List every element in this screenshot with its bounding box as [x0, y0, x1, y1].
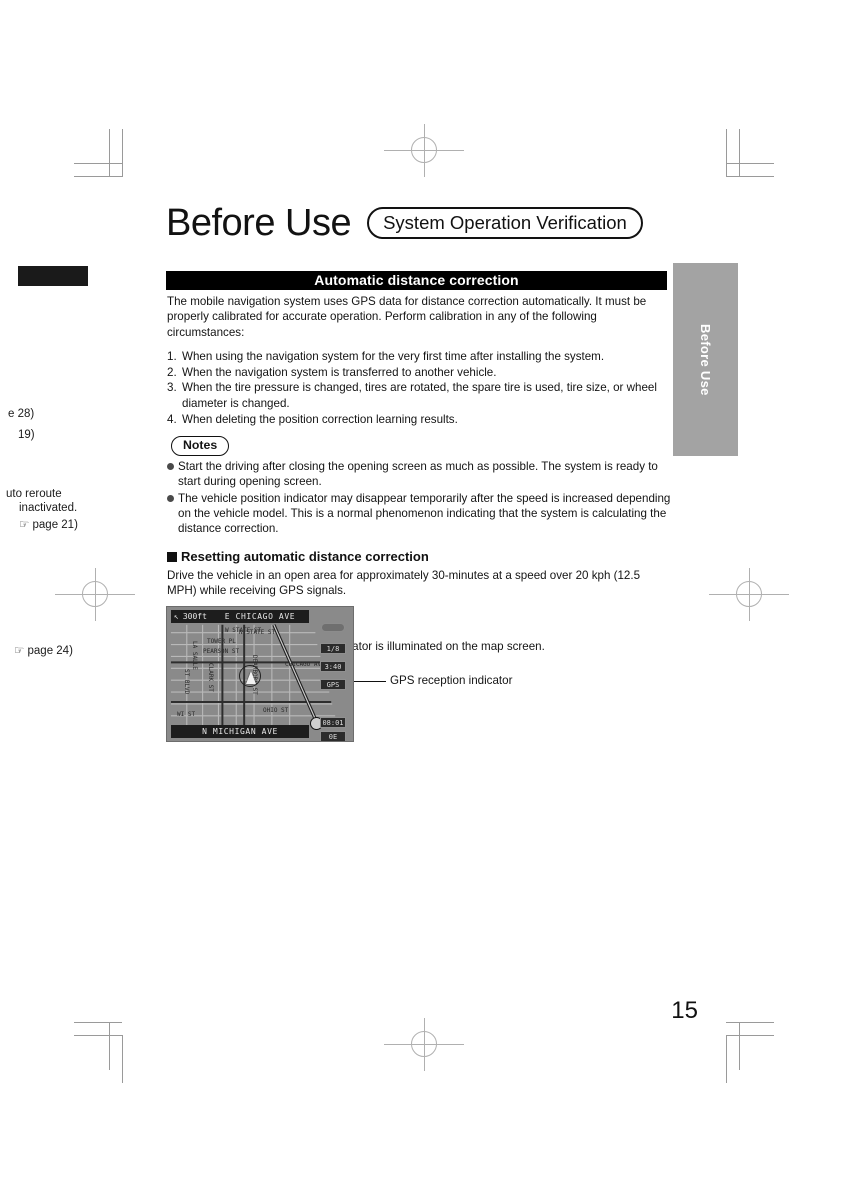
- crop-mark-tl-v1: [109, 129, 110, 177]
- list-item-text: When the navigation system is transferre…: [182, 365, 497, 379]
- map-status-chip: 1/8: [320, 643, 346, 654]
- crop-mark-tr-v1: [726, 129, 727, 177]
- map-status-chip: 08:01: [320, 717, 346, 728]
- bleed-text-fragment: 19): [18, 429, 35, 441]
- compass-icon: [321, 623, 345, 632]
- bleed-text-fragment: e 28): [8, 408, 35, 420]
- list-item-number: 1.: [167, 349, 177, 363]
- subsection-body-paragraph: Drive the vehicle in an open area for ap…: [167, 568, 641, 597]
- crop-mark-br-v1: [726, 1035, 727, 1083]
- callout-label-gps: GPS reception indicator: [390, 674, 513, 687]
- list-item-text: When the tire pressure is changed, tires…: [182, 381, 657, 410]
- map-scale-value: 300ft: [182, 612, 207, 621]
- page-number: 15: [671, 997, 698, 1024]
- page-header: Before Use System Operation Verification: [166, 204, 678, 242]
- list-item-text: The vehicle position indicator may disap…: [178, 491, 671, 536]
- map-status-chip: 0E: [320, 731, 346, 741]
- subsection-heading: Resetting automatic distance correction: [167, 548, 672, 565]
- crop-mark-bl-h1: [74, 1022, 122, 1023]
- list-item-text: Start the driving after closing the open…: [178, 459, 658, 489]
- list-item-text: When deleting the position correction le…: [182, 412, 458, 426]
- list-item: The vehicle position indicator may disap…: [167, 491, 672, 537]
- list-item: 2. When the navigation system is transfer…: [167, 365, 672, 380]
- list-item: Start the driving after closing the open…: [167, 459, 672, 490]
- subsection-heading-label: Resetting automatic distance correction: [181, 549, 429, 565]
- map-street-label: WI ST: [177, 711, 196, 718]
- bleed-black-bar: [18, 266, 88, 286]
- bullet-dot-icon: [167, 494, 174, 502]
- list-item: 3. When the tire pressure is changed, tir…: [167, 380, 672, 411]
- crop-mark-br-v2: [739, 1022, 740, 1070]
- list-item: 1. When using the navigation system for t…: [167, 349, 672, 364]
- crop-mark-tr-h2: [726, 176, 774, 177]
- callout-leader-line: [354, 681, 386, 682]
- map-top-street-name: E CHICAGO AVE: [224, 612, 296, 621]
- map-street-label: TOWER PL: [207, 638, 236, 645]
- map-status-panel: 1/8 3:40 GPS 08:01 0E: [315, 609, 351, 741]
- map-street-label: N STATE ST: [239, 629, 276, 636]
- list-item: 4. When deleting the position correction …: [167, 412, 672, 427]
- notes-badge-1: Notes: [171, 436, 230, 456]
- thumb-tab-label: Before Use: [698, 323, 713, 396]
- body-content: The mobile navigation system uses GPS da…: [167, 294, 672, 654]
- list-item-number: 4.: [167, 412, 177, 426]
- section-intro-paragraph: The mobile navigation system uses GPS da…: [167, 295, 647, 339]
- map-street-label: ST BLVD: [183, 669, 190, 695]
- thumb-tab-before-use: Before Use: [673, 263, 738, 456]
- crop-mark-br-h2: [726, 1035, 774, 1036]
- map-street-label: CLARK ST: [207, 663, 214, 692]
- list-item-number: 3.: [167, 381, 177, 395]
- square-bullet-icon: [167, 552, 177, 563]
- map-status-chip: 3:40: [320, 661, 346, 672]
- bleed-text-fragment: ☞ page 24): [14, 645, 73, 657]
- map-scale-arrow-icon: ↖: [174, 612, 179, 621]
- crop-mark-tr-v2: [739, 129, 740, 177]
- map-street-label: PEARSON ST: [203, 648, 240, 655]
- header-topic-pill: System Operation Verification: [367, 206, 643, 240]
- crop-mark-bl-v1: [109, 1022, 110, 1070]
- map-street-label: OHIO ST: [263, 707, 289, 714]
- crop-mark-br-h1: [726, 1022, 774, 1023]
- crop-mark-bl-h2: [74, 1035, 122, 1036]
- list-item-text: When using the navigation system for the…: [182, 349, 605, 363]
- map-bottom-street-name: N MICHIGAN AVE: [171, 725, 309, 738]
- crop-mark-tr-h1: [726, 163, 774, 164]
- bleed-text-fragment: ☞ page 21): [19, 519, 78, 531]
- calibration-circumstances-list: 1. When using the navigation system for t…: [167, 349, 672, 427]
- crop-mark-tl-v2: [122, 129, 123, 177]
- map-street-label: LA SALLE: [191, 641, 198, 670]
- notes-bullet-list: Start the driving after closing the open…: [167, 459, 672, 536]
- crop-mark-bl-v2: [122, 1035, 123, 1083]
- list-item-number: 2.: [167, 365, 177, 379]
- vehicle-heading-ring: [239, 665, 261, 687]
- bullet-dot-icon: [167, 462, 174, 470]
- crop-mark-tl-h1: [74, 163, 122, 164]
- map-status-chip: GPS: [320, 679, 346, 690]
- section-title-bar: Automatic distance correction: [166, 271, 667, 290]
- map-screenshot-figure: W STATE ST TOWER PL PEARSON ST LA SALLE CLAR…: [166, 606, 354, 742]
- crop-mark-tl-h2: [74, 176, 122, 177]
- map-top-bar: ↖ 300ft E CHICAGO AVE: [171, 610, 309, 623]
- page-title: Before Use: [166, 202, 352, 244]
